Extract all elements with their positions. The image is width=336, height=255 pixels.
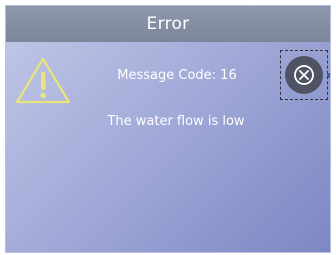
close-button[interactable] xyxy=(280,50,328,100)
warning-icon xyxy=(15,57,71,104)
error-message: The water flow is low xyxy=(107,114,245,129)
close-icon xyxy=(285,56,323,94)
dialog-title: Error xyxy=(146,14,190,34)
error-dialog: Error Message Code: 16 The water flow is… xyxy=(5,5,331,253)
message-code: Message Code: 16 xyxy=(117,68,237,83)
selection-handle[interactable] xyxy=(327,73,330,78)
dialog-titlebar: Error xyxy=(6,6,330,42)
